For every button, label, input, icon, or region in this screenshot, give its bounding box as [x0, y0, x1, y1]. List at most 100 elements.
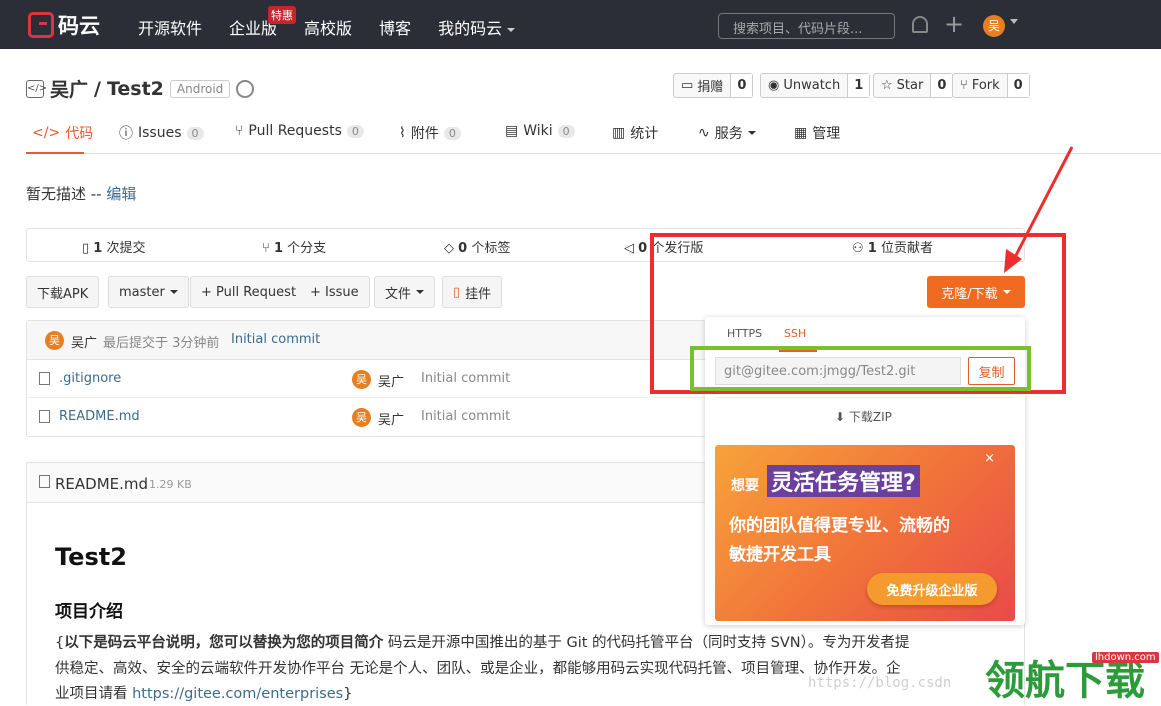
- search-input[interactable]: 搜索项目、代码片段...: [718, 13, 895, 39]
- nav-open-source[interactable]: 开源软件: [138, 15, 202, 39]
- commit-message-link[interactable]: Initial commit: [231, 332, 320, 347]
- avatar[interactable]: 吴: [352, 370, 371, 389]
- file-author[interactable]: 吴广: [378, 409, 404, 428]
- close-icon[interactable]: ×: [984, 451, 995, 466]
- last-commit-bar: 吴 吴广 最后提交于 3分钟前 Initial commit: [27, 321, 730, 360]
- file-author[interactable]: 吴广: [378, 371, 404, 390]
- tag-icon: ◇: [444, 241, 454, 256]
- readme-paragraph-2: 供稳定、高效、安全的云端软件开发协作平台 无论是个人、团队、或是企业，都能够用码…: [55, 661, 901, 677]
- tab-services[interactable]: ∿ 服务: [698, 123, 756, 143]
- language-tag[interactable]: Android: [169, 79, 231, 98]
- new-pull-request-button[interactable]: + Pull Request: [190, 276, 308, 308]
- tab-attachments-count: 0: [443, 126, 461, 140]
- tab-code[interactable]: </> 代码: [32, 123, 93, 143]
- file-icon: [39, 372, 50, 385]
- tab-manage[interactable]: ▦ 管理: [794, 123, 840, 143]
- tab-issues-label: Issues: [138, 125, 182, 141]
- donate-icon: ▭: [681, 78, 694, 93]
- avatar[interactable]: 吴: [352, 408, 371, 427]
- chevron-down-icon: [747, 131, 756, 135]
- donate-button[interactable]: ▭ 捐赠 0: [673, 73, 754, 98]
- tab-wiki-label: Wiki: [523, 123, 553, 139]
- enterprise-link[interactable]: https://gitee.com/enterprises: [132, 686, 343, 702]
- tab-wiki[interactable]: ▤ Wiki 0: [505, 123, 575, 139]
- tab-services-label: 服务: [714, 126, 743, 142]
- table-row[interactable]: README.md 吴 吴广 Initial commit: [27, 398, 730, 436]
- readme-text: 码云是开源中国推出的基于 Git 的代码托管平台（同时支持 SVN）。专为开发者…: [383, 635, 910, 651]
- gitee-logo[interactable]: 码云: [28, 10, 100, 40]
- donate-label: 捐赠: [697, 80, 724, 95]
- eye-icon: ◉: [768, 78, 780, 93]
- tab-pr-label: Pull Requests: [248, 123, 342, 139]
- download-zip-link[interactable]: ⬇ 下载ZIP: [835, 408, 892, 425]
- nav-education[interactable]: 高校版: [304, 15, 352, 39]
- promo-banner[interactable]: × 想要 灵活任务管理? 你的团队值得更专业、流畅的 敏捷开发工具 免费升级企业…: [715, 445, 1015, 621]
- readme-filename: README.md: [55, 475, 149, 493]
- code-icon: </>: [32, 125, 61, 141]
- promo-line-2: 敏捷开发工具: [729, 545, 831, 565]
- edit-description-link[interactable]: 编辑: [106, 185, 136, 203]
- pulse-icon: ∿: [698, 125, 710, 141]
- tab-issues-count: 0: [186, 126, 204, 140]
- bar-chart-icon: ▥: [612, 125, 626, 141]
- stat-commits-label: 次提交: [106, 241, 146, 256]
- branch-icon: ⑂: [262, 241, 270, 256]
- nav-my-gitee-label: 我的码云: [438, 19, 503, 38]
- plus-icon[interactable]: +: [944, 10, 964, 38]
- download-zip-label: 下载ZIP: [848, 410, 892, 424]
- repo-title: </> 吴广 / Test2 Android: [26, 75, 255, 102]
- download-apk-button[interactable]: 下载APK: [26, 276, 100, 308]
- brace-close: }: [343, 686, 353, 702]
- files-menu-button[interactable]: 文件: [374, 276, 436, 308]
- chevron-down-icon: [169, 290, 178, 294]
- chevron-down-icon[interactable]: [1010, 19, 1018, 24]
- nav-my-gitee[interactable]: 我的码云: [438, 15, 516, 39]
- avatar[interactable]: 吴: [45, 331, 64, 350]
- repo-owner[interactable]: 吴广: [50, 75, 88, 102]
- readme-bold-text: 以下是码云平台说明，您可以替换为您的项目简介: [64, 635, 384, 651]
- chevron-down-icon: [416, 290, 425, 294]
- promo-line-1: 你的团队值得更专业、流畅的: [729, 516, 950, 536]
- tab-code-label: 代码: [65, 126, 94, 142]
- branch-select[interactable]: master: [108, 276, 189, 308]
- new-issue-button[interactable]: + Issue: [300, 276, 370, 308]
- annotation-arrow-icon: [1004, 146, 1074, 273]
- readme-h2: 项目介绍: [55, 602, 123, 622]
- fork-button[interactable]: ⑂ Fork 0: [952, 73, 1030, 98]
- file-name-link[interactable]: .gitignore: [59, 371, 121, 386]
- tab-pr-count: 0: [346, 124, 364, 138]
- unwatch-button[interactable]: ◉ Unwatch 1: [760, 73, 871, 98]
- fork-icon: ⑂: [960, 78, 968, 93]
- file-commit-message[interactable]: Initial commit: [421, 371, 510, 386]
- tab-pull-requests[interactable]: ⑂ Pull Requests 0: [235, 123, 364, 139]
- commit-icon: ▯: [82, 241, 90, 256]
- user-avatar[interactable]: 吴: [983, 15, 1005, 37]
- upgrade-enterprise-button[interactable]: 免费升级企业版: [867, 573, 997, 605]
- stat-tags[interactable]: ◇ 0 个标签: [444, 237, 510, 256]
- bookmark-icon: ▯: [453, 284, 461, 300]
- tab-stats[interactable]: ▥ 统计: [612, 123, 658, 143]
- readme-paragraph-3: 业项目请看 https://gitee.com/enterprises}: [55, 682, 352, 703]
- tab-attachments[interactable]: ⌇ 附件 0: [399, 123, 461, 143]
- star-button[interactable]: ☆ Star 0: [873, 73, 954, 98]
- repo-name[interactable]: Test2: [107, 78, 164, 100]
- file-name-link[interactable]: README.md: [59, 409, 140, 424]
- commit-author[interactable]: 吴广: [71, 332, 97, 351]
- file-icon: [39, 410, 50, 423]
- tab-issues[interactable]: ⓘ Issues 0: [119, 123, 204, 143]
- issue-icon: ⓘ: [119, 126, 133, 142]
- fork-count: 0: [1007, 74, 1029, 97]
- bell-icon[interactable]: [912, 16, 928, 33]
- stat-commits[interactable]: ▯ 1 次提交: [82, 237, 146, 256]
- stat-branches[interactable]: ⑂ 1 个分支: [262, 237, 326, 256]
- stat-commits-num: 1: [93, 241, 103, 256]
- promo-small-text: 想要: [731, 478, 759, 494]
- star-label: Star: [896, 78, 924, 93]
- widget-button[interactable]: ▯ 挂件: [442, 276, 503, 308]
- file-commit-message[interactable]: Initial commit: [421, 409, 510, 424]
- tab-stats-label: 统计: [630, 126, 659, 142]
- nav-blog[interactable]: 博客: [379, 15, 411, 39]
- watch-count: 1: [848, 74, 870, 97]
- table-row[interactable]: .gitignore 吴 吴广 Initial commit: [27, 360, 730, 398]
- watermark-url: https://blog.csdn: [808, 675, 952, 691]
